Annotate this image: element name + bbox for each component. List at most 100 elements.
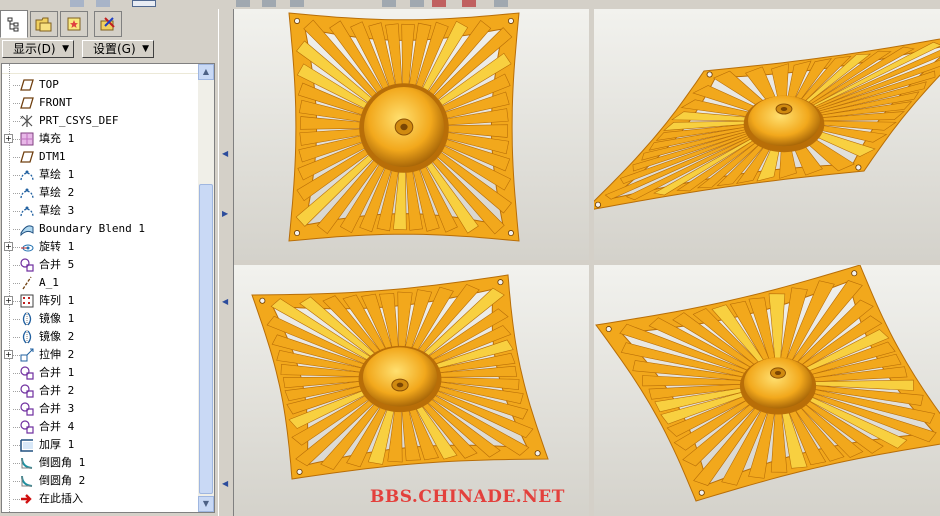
tree-item-label: 拉伸 2	[39, 348, 75, 361]
merge-icon	[19, 419, 35, 435]
tree-item-label: 阵列 1	[39, 294, 75, 307]
tree-item[interactable]: + 阵列 1	[2, 292, 200, 310]
tree-item[interactable]: 合并 1	[2, 364, 200, 382]
model-tree: TOP FRONT x PRT_CSYS_DEF + 填充 1 DTM1 草绘 1 草绘 2 草绘…	[1, 63, 215, 513]
round-icon	[19, 473, 35, 489]
tree-item[interactable]: DTM1	[2, 148, 200, 166]
tree-item[interactable]: 合并 3	[2, 400, 200, 418]
tree-item[interactable]: + 拉伸 2	[2, 346, 200, 364]
tree-item[interactable]: x PRT_CSYS_DEF	[2, 112, 200, 130]
toolbar-icon[interactable]	[290, 0, 304, 7]
folder-browser-tab[interactable]	[30, 11, 58, 37]
toolbar-icon[interactable]	[494, 0, 508, 7]
expand-toggle-icon[interactable]: +	[4, 296, 13, 305]
tree-item-label: 倒圆角 2	[39, 474, 86, 487]
tree-item-label: 草绘 3	[39, 204, 75, 217]
tree-item-label: 合并 1	[39, 366, 75, 379]
tree-item[interactable]: 草绘 2	[2, 184, 200, 202]
viewport-iso-view-1[interactable]	[594, 9, 940, 260]
toolbar-icon[interactable]	[132, 0, 156, 7]
tree-item-label: 在此插入	[39, 492, 83, 505]
tree-item-label: 合并 5	[39, 258, 75, 271]
tree-item[interactable]: + 旋转 1	[2, 238, 200, 256]
datum-axis-icon	[19, 275, 35, 291]
tree-item-label: 旋转 1	[39, 240, 75, 253]
panel-splitter[interactable]: ◀ ▶ ◀ ◀	[218, 9, 234, 516]
scroll-down-button[interactable]: ▼	[198, 496, 214, 512]
connections-icon	[100, 17, 115, 31]
viewport-divider	[234, 260, 940, 265]
dropdown-arrow-icon: ▼	[142, 44, 149, 54]
collapse-left-icon[interactable]: ◀	[222, 479, 228, 488]
tree-item-label: FRONT	[39, 96, 73, 109]
expand-right-icon[interactable]: ▶	[222, 209, 228, 218]
tree-list: TOP FRONT x PRT_CSYS_DEF + 填充 1 DTM1 草绘 1 草绘 2 草绘…	[2, 76, 200, 508]
model-tree-tab[interactable]	[0, 10, 28, 38]
favorites-icon	[67, 17, 81, 31]
coordinate-system-icon: x	[19, 113, 35, 129]
tree-item-label: 草绘 1	[39, 168, 75, 181]
tree-item[interactable]: Boundary Blend 1	[2, 220, 200, 238]
collapse-left-icon[interactable]: ◀	[222, 149, 228, 158]
datum-plane-icon	[19, 95, 35, 111]
datum-plane-icon	[19, 149, 35, 165]
toolbar-icon[interactable]	[236, 0, 250, 7]
tree-item-label: 合并 2	[39, 384, 75, 397]
tree-item-label: 填充 1	[39, 132, 75, 145]
display-dropdown[interactable]: 显示(D) ▼	[2, 40, 74, 58]
tree-item[interactable]: 加厚 1	[2, 436, 200, 454]
favorites-tab[interactable]	[60, 11, 88, 37]
tree-item[interactable]: FRONT	[2, 94, 200, 112]
tree-menu-bar: 显示(D) ▼ 设置(G) ▼	[0, 39, 218, 59]
tree-item[interactable]: 在此插入	[2, 490, 200, 508]
tree-item[interactable]: 草绘 1	[2, 166, 200, 184]
toolbar-icon[interactable]	[410, 0, 424, 7]
panel-tabs	[0, 9, 218, 39]
tree-vertical-scrollbar[interactable]: ▲ ▼	[198, 64, 214, 512]
toolbar-icon[interactable]	[96, 0, 110, 7]
tree-item[interactable]: 合并 4	[2, 418, 200, 436]
tree-item[interactable]: 倒圆角 2	[2, 472, 200, 490]
boundary-blend-icon	[19, 221, 35, 237]
dropdown-arrow-icon: ▼	[62, 44, 69, 54]
tree-item-label: 倒圆角 1	[39, 456, 86, 469]
scroll-up-button[interactable]: ▲	[198, 64, 214, 80]
model-tree-panel: 显示(D) ▼ 设置(G) ▼ TOP FRONT x PRT_CSYS_DEF + 填充…	[0, 9, 218, 516]
scrollbar-thumb[interactable]	[199, 184, 213, 494]
sketch-icon	[19, 167, 35, 183]
expand-toggle-icon[interactable]: +	[4, 350, 13, 359]
toolbar-icon[interactable]	[432, 0, 446, 7]
expand-toggle-icon[interactable]: +	[4, 242, 13, 251]
toolbar-icon[interactable]	[70, 0, 84, 7]
grille-model	[288, 12, 520, 242]
tree-item[interactable]: A_1	[2, 274, 200, 292]
viewport-top-view[interactable]	[234, 9, 589, 260]
tree-item[interactable]: 合并 2	[2, 382, 200, 400]
folder-icon	[35, 17, 52, 32]
tree-item[interactable]: 镜像 2	[2, 328, 200, 346]
grille-model	[595, 265, 940, 502]
tree-item[interactable]: + 填充 1	[2, 130, 200, 148]
viewport-divider	[589, 9, 594, 516]
extrude-icon	[19, 347, 35, 363]
tree-item[interactable]: 镜像 1	[2, 310, 200, 328]
tree-item-label: Boundary Blend 1	[39, 222, 145, 235]
tree-item[interactable]: 合并 5	[2, 256, 200, 274]
watermark-text: BBS.CHINADE.NET	[370, 487, 565, 507]
settings-dropdown[interactable]: 设置(G) ▼	[82, 40, 154, 58]
tree-item-label: 合并 3	[39, 402, 75, 415]
tree-item[interactable]: TOP	[2, 76, 200, 94]
connections-tab[interactable]	[94, 11, 122, 37]
viewport-iso-view-3[interactable]	[594, 265, 940, 516]
toolbar-icon[interactable]	[382, 0, 396, 7]
tree-item[interactable]: 倒圆角 1	[2, 454, 200, 472]
expand-toggle-icon[interactable]: +	[4, 134, 13, 143]
settings-dropdown-label: 设置(G)	[93, 42, 136, 56]
collapse-left-icon[interactable]: ◀	[222, 297, 228, 306]
toolbar-icon[interactable]	[462, 0, 476, 7]
model-tree-icon	[7, 17, 19, 32]
viewport-iso-view-2[interactable]	[234, 265, 589, 516]
toolbar-icon[interactable]	[262, 0, 276, 7]
grille-model	[251, 274, 549, 480]
tree-item[interactable]: 草绘 3	[2, 202, 200, 220]
